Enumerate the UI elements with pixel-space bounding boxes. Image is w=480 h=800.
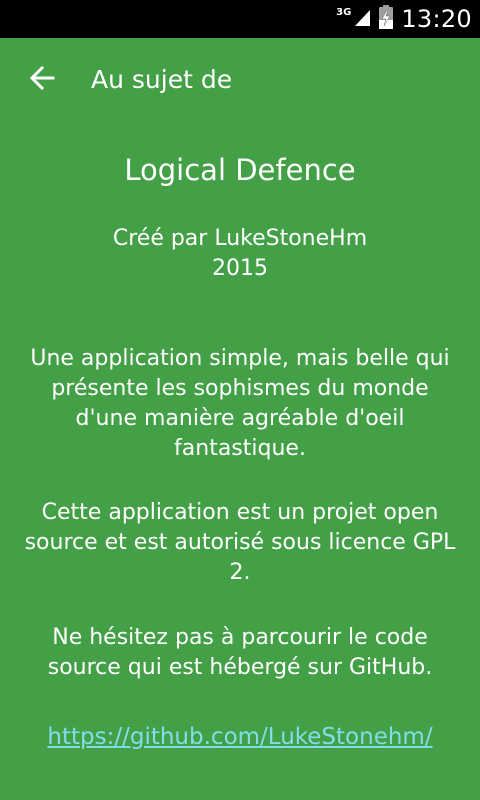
year-text: 2015 xyxy=(212,256,268,281)
back-button[interactable] xyxy=(16,52,68,108)
status-icons: 3G 13:20 xyxy=(336,0,472,38)
arrow-back-icon xyxy=(29,65,55,95)
credit-block: Créé par LukeStoneHm 2015 xyxy=(20,224,460,284)
app-name: Logical Defence xyxy=(124,153,356,187)
github-link[interactable]: https://github.com/LukeStonehm/ xyxy=(47,722,432,752)
license-text: Cette application est un projet open sou… xyxy=(24,500,456,585)
description-text: Une application simple, mais belle qui p… xyxy=(30,346,450,461)
page-title: Au sujet de xyxy=(91,65,233,94)
battery-charging-icon xyxy=(379,5,394,33)
source-invite-text: Ne hésitez pas à parcourir le code sourc… xyxy=(47,625,433,680)
app-bar: Au sujet de xyxy=(0,38,480,122)
status-bar: 3G 13:20 xyxy=(0,0,480,38)
clock: 13:20 xyxy=(401,5,472,33)
about-content: Logical Defence Créé par LukeStoneHm 201… xyxy=(20,150,460,752)
created-by-text: Créé par LukeStoneHm xyxy=(112,226,368,251)
network-type-label: 3G xyxy=(336,6,352,18)
signal-icon xyxy=(353,7,371,31)
